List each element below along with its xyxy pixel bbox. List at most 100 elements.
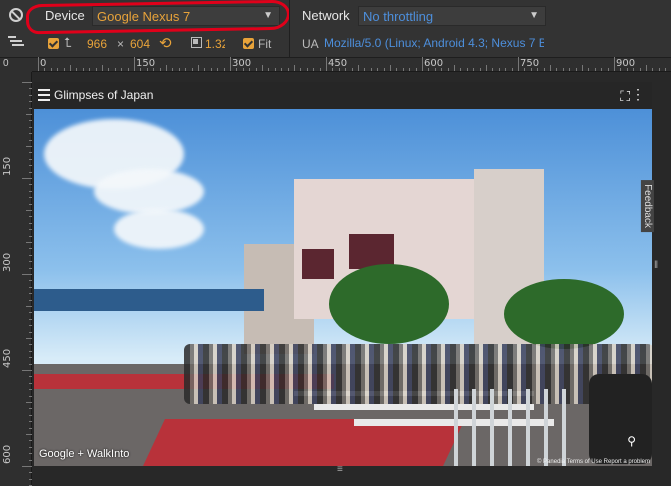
more-options-icon[interactable]: ⋮ <box>631 87 645 101</box>
ruler-tick <box>29 229 32 231</box>
ruler-tick <box>338 68 340 71</box>
ruler-tick <box>185 68 187 71</box>
drawer-toggle-icon[interactable] <box>8 36 24 48</box>
location-pin-icon[interactable]: ⚲ <box>627 434 636 448</box>
ruler-tick <box>63 68 65 71</box>
ruler-tick <box>550 65 551 71</box>
ruler-tick <box>82 68 84 71</box>
ruler-tick <box>364 68 366 71</box>
resize-handle-bottom[interactable]: ≡ <box>337 465 351 477</box>
ruler-tick <box>26 338 32 339</box>
red-pavement <box>143 419 465 466</box>
ruler-tick <box>29 126 32 128</box>
ruler-tick <box>121 68 123 71</box>
ruler-tick <box>441 68 443 71</box>
ruler-tick <box>29 395 32 397</box>
device-viewport: Glimpses of Japan ⛶ ⋮ Google + WalkInto … <box>34 82 654 466</box>
ruler-tick <box>29 440 32 442</box>
user-agent-input[interactable]: Mozilla/5.0 (Linux; Android 4.3; Nexus 7… <box>324 36 544 50</box>
ruler-tick <box>153 68 155 71</box>
ruler-tick <box>274 68 276 71</box>
ruler-tick <box>281 68 283 71</box>
ruler-tick <box>639 68 641 71</box>
ruler-label: 300 <box>2 252 13 272</box>
swap-dimensions-icon[interactable]: ⟲ <box>159 34 172 52</box>
ruler-tick <box>575 68 577 71</box>
ruler-tick <box>646 65 647 71</box>
tree <box>504 279 624 349</box>
ruler-tick <box>29 261 32 263</box>
ruler-tick <box>29 344 32 346</box>
ruler-tick <box>29 197 32 199</box>
annotation-circle <box>25 0 291 35</box>
ruler-tick <box>29 459 32 461</box>
network-select[interactable]: No throttling ▼ <box>358 6 546 26</box>
ruler-tick <box>29 446 32 448</box>
ruler-corner: 0 <box>0 58 32 72</box>
tree <box>329 264 449 344</box>
railing <box>454 389 574 466</box>
ruler-tick <box>140 68 142 71</box>
ruler-tick <box>29 318 32 320</box>
fit-checkbox[interactable] <box>243 38 254 49</box>
ruler-tick <box>38 57 39 71</box>
ruler-tick <box>29 158 32 160</box>
ruler-tick <box>658 68 660 71</box>
ruler-tick <box>29 88 32 90</box>
ruler-tick <box>29 299 32 301</box>
ruler-tick <box>262 65 263 71</box>
ruler-tick <box>306 68 308 71</box>
ruler-tick <box>29 94 32 96</box>
width-input[interactable]: 966 <box>87 37 107 51</box>
ruler-tick <box>287 68 289 71</box>
height-input[interactable]: 604 <box>130 37 150 51</box>
ruler-tick <box>434 68 436 71</box>
network-label: Network <box>302 8 350 23</box>
page-title: Glimpses of Japan <box>54 88 154 102</box>
ruler-tick <box>370 68 372 71</box>
device-toolbar: Device Google Nexus 7 ▼ Network No throt… <box>0 0 671 58</box>
fit-label: Fit <box>258 37 272 51</box>
ruler-tick <box>29 312 32 314</box>
ruler-tick <box>127 68 129 71</box>
ruler-tick <box>29 203 32 205</box>
map-credits[interactable]: © Panedia Terms of Use Report a problem <box>537 459 650 465</box>
resolution-checkbox[interactable] <box>48 38 59 49</box>
ruler-tick <box>134 57 135 71</box>
ruler-tick <box>29 171 32 173</box>
ruler-tick <box>479 68 481 71</box>
vertical-ruler: 150 300 450 600 <box>0 72 32 486</box>
ruler-tick <box>102 65 103 71</box>
resize-handle-right[interactable]: ‖ <box>654 260 664 280</box>
hamburger-menu-icon[interactable] <box>38 89 50 101</box>
ruler-label: 600 <box>2 444 13 464</box>
watermark: Google + WalkInto <box>39 448 130 460</box>
ruler-tick <box>29 357 32 359</box>
dpr-input[interactable]: 1.32 <box>205 37 225 51</box>
cloud <box>94 169 204 214</box>
ruler-tick <box>530 68 532 71</box>
ruler-tick <box>70 65 71 71</box>
feedback-tab[interactable]: Feedback <box>641 180 654 232</box>
ruler-tick <box>57 68 59 71</box>
ruler-tick <box>89 68 91 71</box>
ruler-tick <box>447 68 449 71</box>
ruler-tick <box>29 235 32 237</box>
ruler-tick <box>29 107 32 109</box>
ruler-tick <box>300 68 302 71</box>
fullscreen-icon[interactable]: ⛶ <box>620 88 630 105</box>
ruler-tick <box>607 68 609 71</box>
ruler-tick <box>236 68 238 71</box>
ruler-tick <box>26 434 32 435</box>
ruler-tick <box>29 286 32 288</box>
ruler-tick <box>358 65 359 71</box>
ruler-tick <box>428 68 430 71</box>
street-view-panorama[interactable]: Google + WalkInto © Panedia Terms of Use… <box>34 109 652 466</box>
ua-label: UA <box>302 37 319 51</box>
network-select-value: No throttling <box>363 9 434 24</box>
ruler-tick <box>345 68 347 71</box>
ruler-tick <box>95 68 97 71</box>
ruler-tick <box>172 68 174 71</box>
disable-emulation-icon[interactable] <box>9 8 23 22</box>
ruler-tick <box>29 382 32 384</box>
